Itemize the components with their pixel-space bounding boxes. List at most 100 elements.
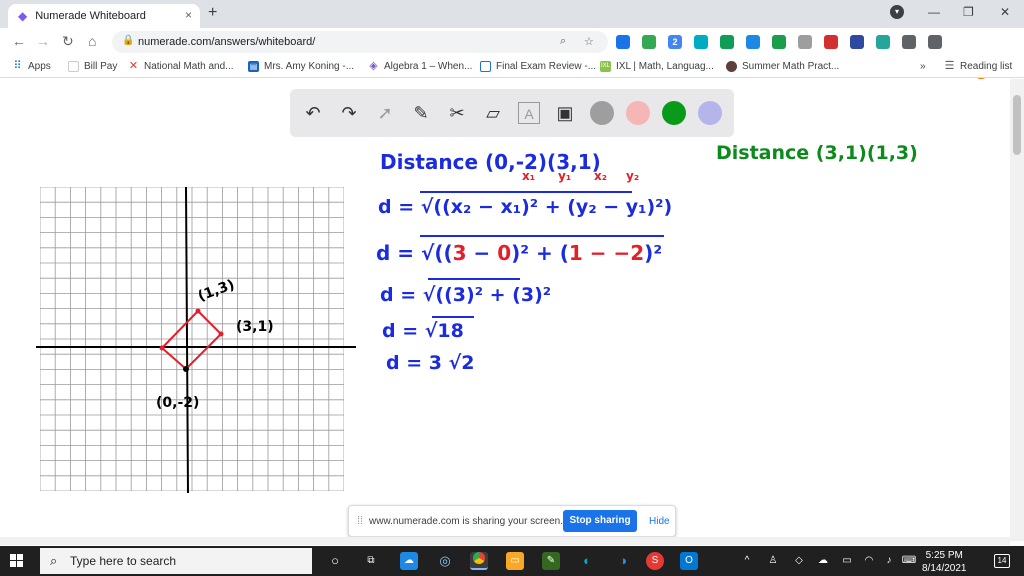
bookmark-apps[interactable]: ⠿ Apps — [12, 60, 51, 73]
numerade-favicon-icon: ◆ — [18, 9, 28, 23]
reload-icon[interactable]: ↻ — [62, 33, 74, 50]
battery-icon[interactable]: ▭ — [838, 552, 856, 570]
search-icon: ⌕ — [50, 553, 58, 568]
address-bar[interactable]: 🔒 numerade.com/answers/whiteboard/ ⌕ ☆ — [112, 31, 608, 53]
ext-cast-icon[interactable] — [928, 35, 942, 49]
bookmark-item[interactable]: ▤ Mrs. Amy Koning -... — [248, 61, 354, 72]
outlook-icon[interactable]: O — [680, 552, 698, 570]
browser-toolbar: ← → ↻ ⌂ 🔒 numerade.com/answers/whiteboar… — [0, 28, 1024, 79]
keyboard-icon[interactable]: ⌨ — [900, 552, 918, 570]
ext-gray-icon[interactable] — [798, 35, 812, 49]
cloud-icon[interactable]: ☁ — [814, 552, 832, 570]
zoom-icon[interactable]: ⌕ — [560, 35, 566, 48]
stop-sharing-button[interactable]: Stop sharing — [563, 510, 637, 532]
bookmarks-bar: ⠿ Apps Bill Pay ✕ National Math and... ▤… — [0, 56, 1024, 78]
bookmark-item[interactable]: ✕ National Math and... — [128, 60, 234, 73]
bookmark-label: Bill Pay — [84, 61, 118, 72]
hide-button[interactable]: Hide — [649, 516, 670, 527]
wifi-icon[interactable]: ◠ — [860, 552, 878, 570]
volume-icon[interactable]: ♪ — [880, 552, 898, 570]
clock-date: 8/14/2021 — [922, 563, 967, 574]
bookmark-favicon-icon — [68, 61, 79, 72]
bookmark-item[interactable]: Bill Pay — [68, 61, 117, 72]
formula-line-2: d = √((3 − 0)² + (1 − −2)² — [376, 241, 662, 265]
taskbar-clock[interactable]: 5:25 PM 8/14/2021 — [922, 549, 967, 575]
ext-blue-icon[interactable] — [616, 35, 630, 49]
scroll-thumb[interactable] — [1013, 95, 1021, 155]
ext-cyan-icon[interactable] — [694, 35, 708, 49]
reading-list[interactable]: ☰ Reading list — [944, 61, 1013, 73]
bookmark-favicon-icon: ▤ — [248, 61, 259, 72]
label-0-m2: (0,-2) — [156, 395, 199, 411]
ext-green-plus-icon[interactable] — [642, 35, 656, 49]
subscript-y2: y₂ — [626, 169, 639, 183]
edge-icon[interactable]: ◐ — [578, 552, 596, 570]
weather-app-icon[interactable]: ☁ — [400, 552, 418, 570]
task-view-icon[interactable]: ⧉ — [362, 552, 380, 570]
new-tab-icon[interactable]: + — [208, 4, 217, 22]
cortana-icon[interactable]: ○ — [326, 552, 344, 570]
ext-badge-icon[interactable]: 2 — [668, 35, 682, 49]
horizontal-scrollbar[interactable] — [0, 537, 1010, 545]
bookmark-favicon-icon: IXL — [600, 61, 611, 72]
reading-list-label: Reading list — [960, 61, 1013, 72]
ext-green-icon[interactable] — [772, 35, 786, 49]
bookmark-item[interactable]: ◈ Algebra 1 – When... — [368, 61, 473, 73]
windows-taskbar: ⌕ Type here to search ○ ⧉ ☁ ◎ ▭ ✎ ◐ ◑ S … — [0, 546, 1024, 576]
app-green-icon[interactable]: ✎ — [542, 552, 560, 570]
screen-share-banner: ⁞⁞ www.numerade.com is sharing your scre… — [348, 505, 676, 537]
label-3-1: (3,1) — [236, 319, 274, 335]
close-window-icon[interactable]: ✕ — [1000, 5, 1010, 19]
apps-grid-icon: ⠿ — [13, 60, 22, 72]
chrome-taskbar-icon[interactable] — [470, 552, 488, 570]
minimize-icon[interactable]: — — [928, 5, 940, 19]
bookmark-item[interactable]: Summer Math Pract... — [726, 61, 839, 72]
bookmark-label: Algebra 1 – When... — [384, 61, 473, 72]
back-icon[interactable]: ← — [12, 33, 26, 49]
forward-icon[interactable]: → — [36, 33, 50, 49]
tab-search-icon[interactable]: ▾ — [890, 5, 904, 19]
bookmark-favicon-icon: ✕ — [128, 60, 139, 72]
vertical-scrollbar[interactable] — [1010, 79, 1024, 541]
bookmark-star-icon[interactable]: ☆ — [584, 35, 594, 48]
tab-numerade-whiteboard[interactable]: ◆ Numerade Whiteboard × — [8, 4, 200, 28]
windows-start-icon[interactable] — [10, 554, 24, 568]
drag-handle-icon[interactable]: ⁞⁞ — [357, 515, 363, 527]
handwritten-work: (1,3) (3,1) (0,-2) Distance (0,-2)(3,1) … — [36, 142, 918, 494]
bookmark-label: Summer Math Pract... — [742, 61, 840, 72]
bookmarks-overflow-icon[interactable]: » — [920, 61, 926, 72]
edge-dev-icon[interactable]: ◑ — [614, 552, 632, 570]
ext-grid-icon[interactable] — [720, 35, 734, 49]
point-3-1 — [218, 331, 224, 337]
ext-pdf-icon[interactable] — [824, 35, 838, 49]
ext-puzzle-icon[interactable] — [902, 35, 916, 49]
bookmark-favicon-icon — [480, 61, 491, 72]
search-placeholder: Type here to search — [70, 554, 177, 568]
restore-icon[interactable]: ❐ — [963, 5, 974, 19]
dropbox-icon[interactable]: ◇ — [790, 552, 808, 570]
file-explorer-icon[interactable]: ▭ — [506, 552, 524, 570]
ext-teal-icon[interactable] — [876, 35, 890, 49]
people-icon[interactable]: ♙ — [764, 552, 782, 570]
tray-overflow-icon[interactable]: ^ — [738, 552, 756, 570]
bookmark-item[interactable]: IXL IXL | Math, Languag... — [600, 61, 714, 72]
tab-close-icon[interactable]: × — [185, 8, 192, 22]
point-1-3 — [195, 308, 201, 314]
y-axis — [185, 186, 189, 494]
bookmark-label: Final Exam Review -... — [496, 61, 597, 72]
app-circle-icon[interactable]: ◎ — [436, 552, 454, 570]
bookmark-label: National Math and... — [144, 61, 234, 72]
ext-diamond-icon[interactable] — [746, 35, 760, 49]
bookmark-item[interactable]: Final Exam Review -... — [480, 61, 596, 72]
formula-line-5: d = 3 √2 — [386, 352, 474, 374]
point-m2-0 — [159, 345, 165, 351]
ext-k-icon[interactable] — [850, 35, 864, 49]
formula-line-4: d = √18 — [382, 320, 464, 342]
taskbar-search-input[interactable]: ⌕ Type here to search — [40, 548, 312, 574]
whiteboard-page[interactable]: ↶ ↷ ➚ ✎ ✂ ▱ A ▣ (1,3) (3,1) (0,-2) Dista… — [0, 79, 1010, 541]
app-red-icon[interactable]: S — [646, 552, 664, 570]
red-square-shape — [160, 310, 223, 371]
home-icon[interactable]: ⌂ — [88, 33, 96, 49]
bookmark-label: Apps — [28, 61, 51, 72]
notification-center-icon[interactable]: 14 — [994, 554, 1010, 568]
